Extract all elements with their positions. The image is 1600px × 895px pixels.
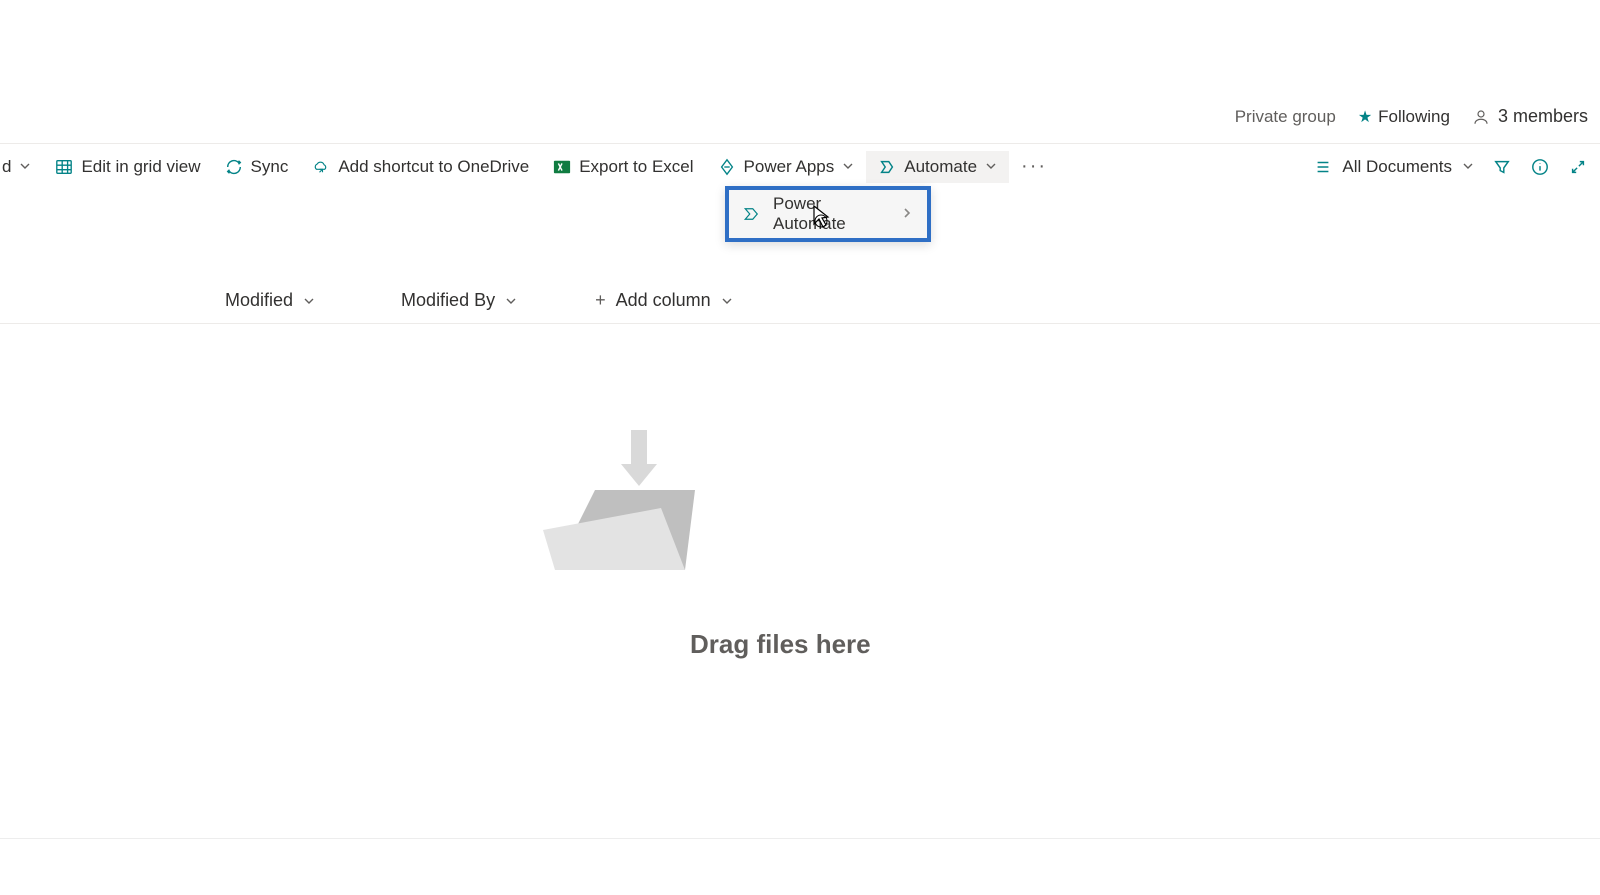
chevron-down-icon [19,157,31,177]
expand-icon[interactable] [1568,157,1588,177]
list-icon [1314,158,1332,176]
plus-icon: + [595,290,606,311]
cmd-partial-label: d [2,157,11,177]
command-bar-left: d Edit in grid view Sync [0,149,1059,184]
cmd-edit-grid[interactable]: Edit in grid view [43,151,212,183]
chevron-down-icon [303,295,315,307]
following-toggle[interactable]: ★ Following [1358,107,1450,127]
sync-icon [225,158,243,176]
col-header-modified-by[interactable]: Modified By [401,290,517,311]
dropdown-item-label: Power Automate [773,194,889,234]
cmd-sync-label: Sync [251,157,289,177]
onedrive-shortcut-icon [312,158,330,176]
excel-icon [553,158,571,176]
private-group-label: Private group [1235,107,1336,127]
col-header-add[interactable]: + Add column [595,290,733,311]
cmd-export-excel[interactable]: Export to Excel [541,151,705,183]
command-bar-right: All Documents [1314,157,1600,177]
command-bar: d Edit in grid view Sync [0,143,1600,189]
chevron-down-icon [721,295,733,307]
empty-state-illustration [540,430,720,610]
cmd-power-apps[interactable]: Power Apps [706,151,867,183]
dropdown-item-power-automate[interactable]: Power Automate [729,190,927,238]
folder-drop-icon [535,430,725,610]
col-label: Modified By [401,290,495,311]
cmd-more[interactable]: ··· [1009,149,1059,184]
power-apps-icon [718,158,736,176]
members-label: 3 members [1498,106,1588,127]
chevron-down-icon [985,157,997,177]
person-icon [1472,108,1490,126]
chevron-right-icon [901,204,913,224]
cmd-automate-label: Automate [904,157,977,177]
cmd-automate[interactable]: Automate [866,151,1009,183]
view-selector[interactable]: All Documents [1314,157,1474,177]
grid-icon [55,158,73,176]
cmd-powerapps-label: Power Apps [744,157,835,177]
chevron-down-icon [842,157,854,177]
empty-state-text: Drag files here [690,629,871,660]
automate-icon [878,158,896,176]
star-icon: ★ [1358,107,1372,127]
view-label: All Documents [1342,157,1452,177]
following-label: Following [1378,107,1450,127]
cmd-shortcut-label: Add shortcut to OneDrive [338,157,529,177]
col-label: Modified [225,290,293,311]
members-link[interactable]: 3 members [1472,106,1588,127]
chevron-down-icon [1462,157,1474,177]
cmd-shortcut-onedrive[interactable]: Add shortcut to OneDrive [300,151,541,183]
chevron-down-icon [505,295,517,307]
col-label: Add column [616,290,711,311]
filter-icon[interactable] [1492,157,1512,177]
col-header-modified[interactable]: Modified [225,290,315,311]
automate-dropdown: Power Automate [725,186,931,242]
info-icon[interactable] [1530,157,1550,177]
more-icon: ··· [1021,155,1047,178]
site-info-bar: Private group ★ Following 3 members [1235,106,1588,127]
cmd-partial-first[interactable]: d [0,151,43,183]
footer-divider [0,838,1600,839]
cmd-export-label: Export to Excel [579,157,693,177]
column-headers: Modified Modified By + Add column [0,278,1600,324]
cmd-sync[interactable]: Sync [213,151,301,183]
power-automate-icon [743,205,761,223]
cmd-edit-grid-label: Edit in grid view [81,157,200,177]
